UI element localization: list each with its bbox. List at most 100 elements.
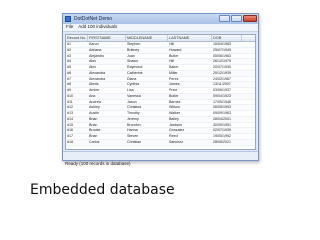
cell-lastname: Perez	[169, 76, 179, 81]
cell-firstname: Brooke	[89, 128, 101, 133]
cell-firstname: Alex	[89, 65, 96, 69]
cell-lastname: Walker	[169, 111, 181, 115]
cell-dob: 25/07/1949	[213, 47, 231, 52]
cell-middlename: Cynthia	[127, 82, 140, 87]
cell-firstname: Brian	[89, 122, 98, 127]
column-header-firstname[interactable]: FIRSTNAME	[88, 35, 126, 41]
cell-lastname: Hill	[169, 59, 174, 64]
column-header-dob[interactable]: DOB	[212, 35, 242, 41]
cell-record-no: #17	[67, 134, 73, 138]
cell-record-no: #3	[67, 53, 71, 58]
cell-dob: 03/06/1937	[213, 88, 231, 92]
cell-middlename: Brandon	[127, 122, 141, 127]
cell-dob: 24/02/1967	[213, 76, 231, 81]
cell-middlename: Jeremy	[127, 116, 139, 121]
cell-dob: 26/12/1975	[213, 59, 231, 64]
title-bar[interactable]: DotDotNet Demo	[63, 14, 258, 24]
cell-dob: 26/05/1993	[213, 105, 231, 110]
cell-middlename: Hanna	[127, 128, 138, 133]
cell-dob: 28/04/2001	[213, 116, 231, 121]
cell-dob: 16/04/1983	[213, 42, 231, 46]
cell-firstname: Ana	[89, 93, 96, 98]
cell-middlename: Shawn	[127, 59, 138, 64]
cell-firstname: Alexis	[89, 82, 99, 87]
cell-lastname: Barnes	[169, 99, 181, 104]
column-header-lastname[interactable]: LASTNAME	[168, 35, 212, 41]
window-title: DotDotNet Demo	[74, 15, 113, 22]
cell-dob: 20/07/1930	[213, 65, 231, 69]
cell-lastname: Baker	[169, 65, 179, 69]
cell-record-no: #12	[67, 105, 73, 110]
cell-dob: 30/09/1951	[213, 122, 231, 127]
grid-header: Record No. FIRSTNAME MIDDLENAME LASTNAME…	[66, 35, 255, 42]
menu-add-individuals[interactable]: Add 100 individuals	[78, 25, 117, 30]
cell-lastname: Butler	[169, 53, 179, 58]
cell-lastname: Sanchez	[169, 139, 183, 144]
column-header-record-no[interactable]: Record No.	[66, 35, 88, 41]
table-row[interactable]: #18 Carlos Christian Sanchez 28/05/2021	[66, 139, 255, 146]
app-icon	[65, 16, 71, 22]
cell-middlename: Vanessa	[127, 93, 141, 98]
cell-record-no: #16	[67, 128, 73, 133]
window-controls	[219, 15, 257, 22]
cell-firstname: Adriana	[89, 47, 102, 52]
cell-dob: 09/09/1963	[213, 111, 231, 115]
cell-middlename: Lisa	[127, 88, 134, 92]
cell-middlename: Juan	[127, 53, 135, 58]
cell-record-no: #14	[67, 116, 73, 121]
column-header-middlename[interactable]: MIDDLENAME	[126, 35, 168, 41]
cell-lastname: Price	[169, 88, 178, 92]
cell-lastname: Miller	[169, 70, 178, 75]
cell-firstname: Alejandro	[89, 53, 105, 58]
cell-record-no: #2	[67, 47, 71, 52]
cell-record-no: #7	[67, 76, 71, 81]
cell-dob: 13/11/2007	[213, 82, 231, 87]
cell-dob: 28/05/2021	[213, 139, 231, 144]
cell-firstname: Ashley	[89, 105, 100, 110]
cell-lastname: Bailey	[169, 116, 179, 121]
cell-firstname: Andrew	[89, 99, 102, 104]
cell-firstname: Alexandra	[89, 76, 106, 81]
cell-firstname: Amber	[89, 88, 100, 92]
cell-record-no: #15	[67, 122, 73, 127]
cell-record-no: #4	[67, 59, 71, 64]
cell-record-no: #9	[67, 88, 71, 92]
cell-firstname: Aaron	[89, 42, 99, 46]
grid-body: #1 Aaron Stephen Hill 16/04/1983 #2 Adriana Bri…	[66, 42, 255, 146]
cell-dob: 20/12/1939	[213, 70, 231, 75]
cell-dob: 09/04/1923	[213, 93, 231, 98]
cell-record-no: #8	[67, 82, 71, 87]
cell-record-no: #10	[67, 93, 73, 98]
cell-record-no: #5	[67, 65, 71, 69]
cell-middlename: Steven	[127, 134, 139, 138]
cell-firstname: Austin	[89, 111, 99, 115]
cell-lastname: Jackson	[169, 122, 183, 127]
maximize-button[interactable]	[231, 15, 242, 22]
app-window: DotDotNet Demo File Add 100 individuals …	[62, 13, 259, 166]
cell-dob: 17/05/1946	[213, 99, 231, 104]
status-text: Ready (100 records in database)	[65, 161, 131, 166]
cell-lastname: Gonzalez	[169, 128, 185, 133]
cell-middlename: Christina	[127, 105, 142, 110]
cell-lastname: Reed	[169, 134, 178, 138]
cell-middlename: Brittney	[127, 47, 140, 52]
cell-record-no: #18	[67, 139, 73, 144]
cell-lastname: Wilson	[169, 105, 180, 110]
cell-record-no: #13	[67, 111, 73, 115]
cell-record-no: #6	[67, 70, 71, 75]
cell-record-no: #1	[67, 42, 71, 46]
cell-middlename: Raymond	[127, 65, 143, 69]
menu-bar: File Add 100 individuals	[63, 24, 258, 32]
cell-record-no: #11	[67, 99, 73, 104]
menu-file[interactable]: File	[66, 25, 73, 30]
cell-middlename: Catherine	[127, 70, 143, 75]
cell-firstname: Brian	[89, 134, 98, 138]
cell-lastname: Hill	[169, 42, 174, 46]
status-bar: Ready (100 records in database)	[63, 151, 258, 166]
cell-lastname: Butler	[169, 93, 179, 98]
cell-middlename: Stephen	[127, 42, 141, 46]
data-grid[interactable]: Record No. FIRSTNAME MIDDLENAME LASTNAME…	[65, 34, 256, 150]
minimize-button[interactable]	[219, 15, 230, 22]
cell-firstname: Alex	[89, 59, 96, 64]
close-button[interactable]	[243, 15, 257, 22]
